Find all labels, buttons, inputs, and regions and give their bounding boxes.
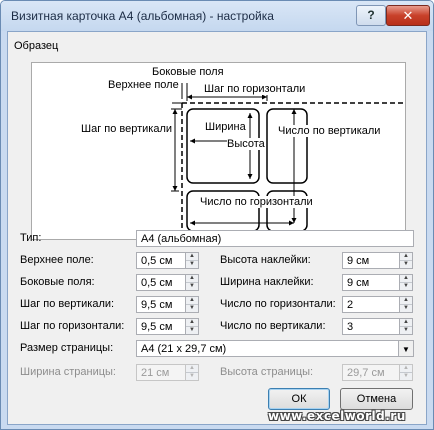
spin-down-icon[interactable]: ▼ <box>400 261 412 268</box>
spin-up-icon[interactable]: ▲ <box>186 253 198 261</box>
label-height-spinner[interactable]: ▲ ▼ <box>400 252 413 269</box>
spin-down-icon[interactable]: ▼ <box>400 305 412 312</box>
dialog-window: Визитная карточка А4 (альбомная) - настр… <box>0 0 434 430</box>
type-label: Тип: <box>20 232 42 244</box>
spin-up-icon: ▲ <box>186 365 198 373</box>
spin-up-icon[interactable]: ▲ <box>186 275 198 283</box>
spin-up-icon: ▲ <box>400 365 412 373</box>
label-width-label: Ширина наклейки: <box>220 276 314 288</box>
spin-down-icon: ▼ <box>189 373 195 379</box>
page-width-spinner: ▲ ▼ <box>186 364 199 381</box>
spin-up-icon[interactable]: ▲ <box>186 319 198 327</box>
label-width-spinner[interactable]: ▲ ▼ <box>400 274 413 291</box>
watermark-text: www.excelworld.ru <box>268 409 406 423</box>
help-button[interactable]: ? <box>356 5 386 26</box>
spin-up-icon[interactable]: ▲ <box>400 253 412 261</box>
spin-down-icon[interactable]: ▼ <box>186 283 198 290</box>
spin-up-icon[interactable]: ▲ <box>400 275 412 283</box>
preview-diagram: Боковые поля Верхнее поле Шаг по горизон… <box>31 62 406 240</box>
number-down-label: Число по вертикали: <box>220 320 326 332</box>
page-width-field: 21 см <box>136 364 186 381</box>
vertical-pitch-spinner[interactable]: ▲ ▼ <box>186 296 199 313</box>
label-height-label: Высота наклейки: <box>220 254 311 266</box>
preview-horizontal-pitch-label: Шаг по горизонтали <box>204 83 306 95</box>
page-width-label: Ширина страницы: <box>20 366 116 378</box>
page-size-label: Размер страницы: <box>20 342 114 354</box>
horizontal-pitch-label: Шаг по горизонтали: <box>20 320 125 332</box>
preview-number-across-label: Число по горизонтали <box>200 196 313 208</box>
spin-down-icon[interactable]: ▼ <box>186 305 198 312</box>
page-height-spinner: ▲ ▼ <box>400 364 413 381</box>
preview-vertical-pitch-label: Шаг по вертикали <box>81 123 173 135</box>
preview-group-label: Образец <box>14 40 59 52</box>
preview-top-margin-label: Верхнее поле <box>108 79 179 91</box>
number-across-spinner[interactable]: ▲ ▼ <box>400 296 413 313</box>
number-across-field[interactable]: 2 <box>342 296 400 313</box>
number-across-label: Число по горизонтали: <box>220 298 336 310</box>
page-height-label: Высота страницы: <box>220 366 314 378</box>
horizontal-pitch-field[interactable]: 9,5 см <box>136 318 186 335</box>
side-margin-label: Боковые поля: <box>20 276 95 288</box>
chevron-down-icon[interactable]: ▼ <box>399 340 414 357</box>
spin-down-icon[interactable]: ▼ <box>186 327 198 334</box>
title-bar[interactable]: Визитная карточка А4 (альбомная) - настр… <box>1 1 433 31</box>
top-margin-spinner[interactable]: ▲ ▼ <box>186 252 199 269</box>
preview-side-margin-label: Боковые поля <box>152 66 224 78</box>
spin-up-icon[interactable]: ▲ <box>186 297 198 305</box>
number-down-spinner[interactable]: ▲ ▼ <box>400 318 413 335</box>
page-height-field: 29,7 см <box>342 364 400 381</box>
ok-button[interactable]: ОК <box>268 388 330 410</box>
spin-up-icon[interactable]: ▲ <box>400 297 412 305</box>
window-title: Визитная карточка А4 (альбомная) - настр… <box>11 9 274 23</box>
preview-number-down-label: Число по вертикали <box>278 125 381 137</box>
spin-down-icon[interactable]: ▼ <box>186 261 198 268</box>
close-button[interactable]: ✕ <box>386 5 430 26</box>
vertical-pitch-field[interactable]: 9,5 см <box>136 296 186 313</box>
type-field[interactable]: А4 (альбомная) <box>136 230 414 247</box>
top-margin-field[interactable]: 0,5 см <box>136 252 186 269</box>
label-width-field[interactable]: 9 см <box>342 274 400 291</box>
preview-width-label: Ширина <box>205 121 246 133</box>
label-shape-right <box>266 108 308 184</box>
side-margin-spinner[interactable]: ▲ ▼ <box>186 274 199 291</box>
cancel-button[interactable]: Отмена <box>340 388 413 410</box>
vertical-pitch-label: Шаг по вертикали: <box>20 298 115 310</box>
spin-down-icon[interactable]: ▼ <box>400 283 412 290</box>
label-height-field[interactable]: 9 см <box>342 252 400 269</box>
spin-up-icon[interactable]: ▲ <box>400 319 412 327</box>
dialog-body: Образец Боковые поля Верхнее поле Шаг по… <box>7 31 427 425</box>
side-margin-field[interactable]: 0,5 см <box>136 274 186 291</box>
horizontal-pitch-spinner[interactable]: ▲ ▼ <box>186 318 199 335</box>
spin-down-icon: ▼ <box>403 373 409 379</box>
page-size-dropdown[interactable]: A4 (21 x 29,7 см) <box>136 340 399 357</box>
top-margin-label: Верхнее поле: <box>20 254 94 266</box>
preview-height-label: Высота <box>227 138 265 150</box>
spin-down-icon[interactable]: ▼ <box>400 327 412 334</box>
number-down-field[interactable]: 3 <box>342 318 400 335</box>
